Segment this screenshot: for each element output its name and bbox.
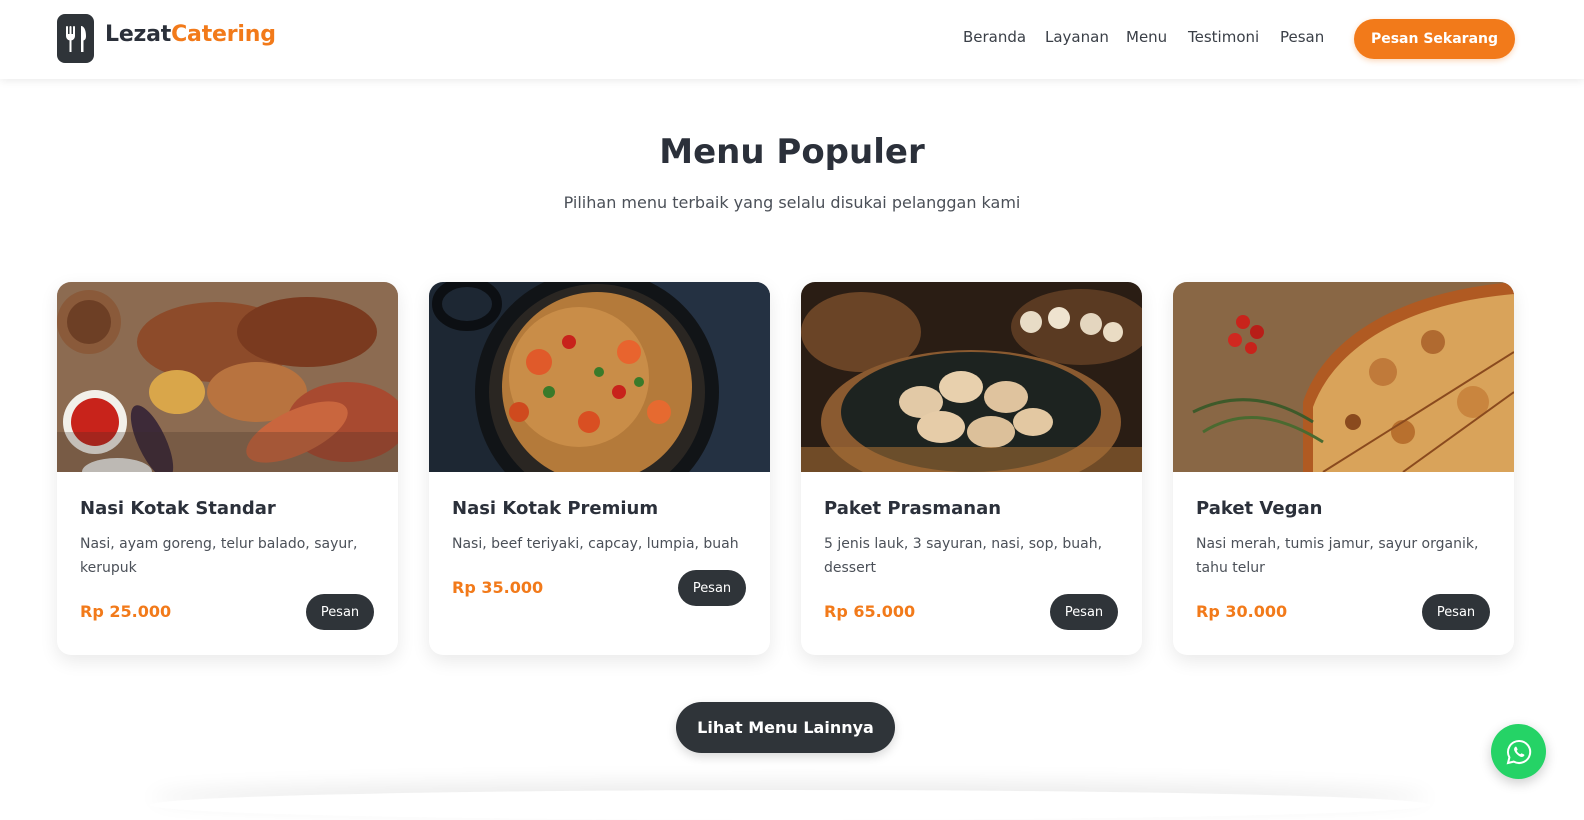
menu-description: Nasi, ayam goreng, telur balado, sayur, … bbox=[80, 536, 358, 576]
menu-card: Nasi Kotak Standar Nasi, ayam goreng, te… bbox=[57, 282, 398, 655]
menu-card: Nasi Kotak Premium Nasi, beef teriyaki, … bbox=[429, 282, 770, 655]
menu-price: Rp 35.000 bbox=[452, 578, 544, 597]
menu-name: Paket Prasmanan bbox=[824, 498, 1002, 519]
nav-item-pesan[interactable]: Pesan bbox=[1280, 28, 1324, 46]
section-subtitle: Pilihan menu terbaik yang selalu disukai… bbox=[563, 193, 1021, 212]
order-now-button[interactable]: Pesan Sekarang bbox=[1354, 19, 1515, 59]
site-header: LezatCatering Beranda Layanan Menu Testi… bbox=[0, 0, 1584, 79]
next-section-edge bbox=[150, 790, 1430, 820]
menu-description: Nasi, beef teriyaki, capcay, lumpia, bua… bbox=[452, 536, 739, 552]
menu-name: Paket Vegan bbox=[1196, 498, 1323, 519]
order-button[interactable]: Pesan bbox=[1422, 594, 1490, 630]
see-more-menu-button[interactable]: Lihat Menu Lainnya bbox=[676, 702, 895, 753]
menu-image-pizza bbox=[1173, 282, 1514, 472]
nav-item-beranda[interactable]: Beranda bbox=[963, 28, 1026, 46]
menu-price: Rp 25.000 bbox=[80, 602, 172, 621]
whatsapp-icon bbox=[1506, 739, 1531, 764]
main-nav: Beranda Layanan Menu Testimoni Pesan bbox=[0, 28, 1584, 48]
menu-image-dumplings bbox=[801, 282, 1142, 472]
menu-name: Nasi Kotak Premium bbox=[452, 498, 659, 519]
order-button[interactable]: Pesan bbox=[678, 570, 746, 606]
whatsapp-button[interactable] bbox=[1491, 724, 1546, 779]
menu-image-grilled-meat bbox=[57, 282, 398, 472]
nav-item-testimoni[interactable]: Testimoni bbox=[1188, 28, 1259, 46]
menu-image-seafood-pasta bbox=[429, 282, 770, 472]
menu-name: Nasi Kotak Standar bbox=[80, 498, 276, 519]
section-title: Menu Populer bbox=[659, 132, 925, 172]
nav-item-layanan[interactable]: Layanan bbox=[1045, 28, 1109, 46]
menu-description: 5 jenis lauk, 3 sayuran, nasi, sop, buah… bbox=[824, 536, 1103, 576]
order-button[interactable]: Pesan bbox=[1050, 594, 1118, 630]
menu-price: Rp 65.000 bbox=[824, 602, 916, 621]
menu-card: Paket Prasmanan 5 jenis lauk, 3 sayuran,… bbox=[801, 282, 1142, 655]
menu-description: Nasi merah, tumis jamur, sayur organik, … bbox=[1196, 536, 1479, 576]
order-button[interactable]: Pesan bbox=[306, 594, 374, 630]
menu-card: Paket Vegan Nasi merah, tumis jamur, say… bbox=[1173, 282, 1514, 655]
nav-item-menu[interactable]: Menu bbox=[1126, 28, 1167, 46]
menu-price: Rp 30.000 bbox=[1196, 602, 1288, 621]
